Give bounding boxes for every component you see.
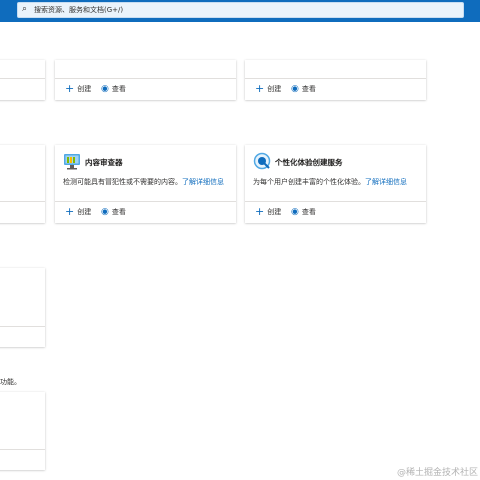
create-label: 创建 bbox=[77, 208, 92, 216]
eye-icon: ◉ bbox=[101, 207, 109, 217]
card-footer bbox=[0, 326, 45, 347]
learn-more-link[interactable]: 了解详细信息 bbox=[182, 178, 224, 186]
card-footer: + 创建 ◉ 查看 bbox=[55, 201, 236, 223]
card-footer bbox=[0, 449, 45, 470]
view-label: 查看 bbox=[111, 208, 126, 216]
card-footer bbox=[0, 201, 45, 223]
create-label: 创建 bbox=[267, 85, 282, 93]
service-card-left-partial bbox=[0, 60, 45, 100]
card-footer bbox=[0, 78, 45, 100]
global-search[interactable]: ⌕ bbox=[17, 2, 464, 18]
content-moderator-icon bbox=[64, 154, 80, 170]
watermark: @稀土掘金技术社区 bbox=[396, 468, 478, 478]
plus-icon: + bbox=[65, 82, 75, 95]
create-label: 创建 bbox=[77, 85, 92, 93]
create-button[interactable]: + 创建 bbox=[65, 205, 92, 218]
card-footer: + 创建 ◉ 查看 bbox=[245, 78, 426, 100]
view-label: 查看 bbox=[301, 208, 316, 216]
search-input[interactable] bbox=[34, 3, 434, 17]
personalizer-card[interactable]: 个性化体验创建服务 为每个用户创建丰富的个性化体验。了解详细信息 + 创建 ◉ … bbox=[245, 145, 426, 223]
create-label: 创建 bbox=[267, 208, 282, 216]
personalizer-icon bbox=[253, 152, 271, 170]
card-footer: + 创建 ◉ 查看 bbox=[245, 201, 426, 223]
create-button[interactable]: + 创建 bbox=[255, 82, 282, 95]
card-description: 检测可能具有冒犯性或不需要的内容。了解详细信息 bbox=[63, 177, 230, 187]
service-card-left-partial bbox=[0, 392, 45, 470]
plus-icon: + bbox=[65, 205, 75, 218]
view-button[interactable]: ◉ 查看 bbox=[291, 207, 316, 217]
card-description: 为每个用户创建丰富的个性化体验。了解详细信息 bbox=[253, 177, 420, 187]
card-footer: + 创建 ◉ 查看 bbox=[55, 78, 236, 100]
view-label: 查看 bbox=[301, 85, 316, 93]
view-button[interactable]: ◉ 查看 bbox=[101, 84, 126, 94]
section-description-partial: 功能。 bbox=[0, 378, 21, 386]
create-button[interactable]: + 创建 bbox=[255, 205, 282, 218]
content-moderator-card[interactable]: 内容审查器 检测可能具有冒犯性或不需要的内容。了解详细信息 + 创建 ◉ 查看 bbox=[55, 145, 236, 223]
learn-more-link[interactable]: 了解详细信息 bbox=[365, 178, 407, 186]
card-desc-text: 检测可能具有冒犯性或不需要的内容。 bbox=[63, 178, 182, 186]
top-bar: ⌕ bbox=[0, 0, 480, 22]
view-button[interactable]: ◉ 查看 bbox=[101, 207, 126, 217]
eye-icon: ◉ bbox=[291, 84, 299, 94]
view-label: 查看 bbox=[111, 85, 126, 93]
eye-icon: ◉ bbox=[101, 84, 109, 94]
eye-icon: ◉ bbox=[291, 207, 299, 217]
plus-icon: + bbox=[255, 82, 265, 95]
service-card-left-partial bbox=[0, 268, 45, 347]
service-card: + 创建 ◉ 查看 bbox=[55, 60, 236, 100]
search-icon: ⌕ bbox=[22, 4, 28, 14]
card-title: 个性化体验创建服务 bbox=[275, 158, 343, 167]
plus-icon: + bbox=[255, 205, 265, 218]
view-button[interactable]: ◉ 查看 bbox=[291, 84, 316, 94]
service-card: + 创建 ◉ 查看 bbox=[245, 60, 426, 100]
card-desc-text: 为每个用户创建丰富的个性化体验。 bbox=[253, 178, 365, 186]
card-title: 内容审查器 bbox=[85, 158, 123, 167]
service-card-left-partial bbox=[0, 145, 45, 223]
create-button[interactable]: + 创建 bbox=[65, 82, 92, 95]
